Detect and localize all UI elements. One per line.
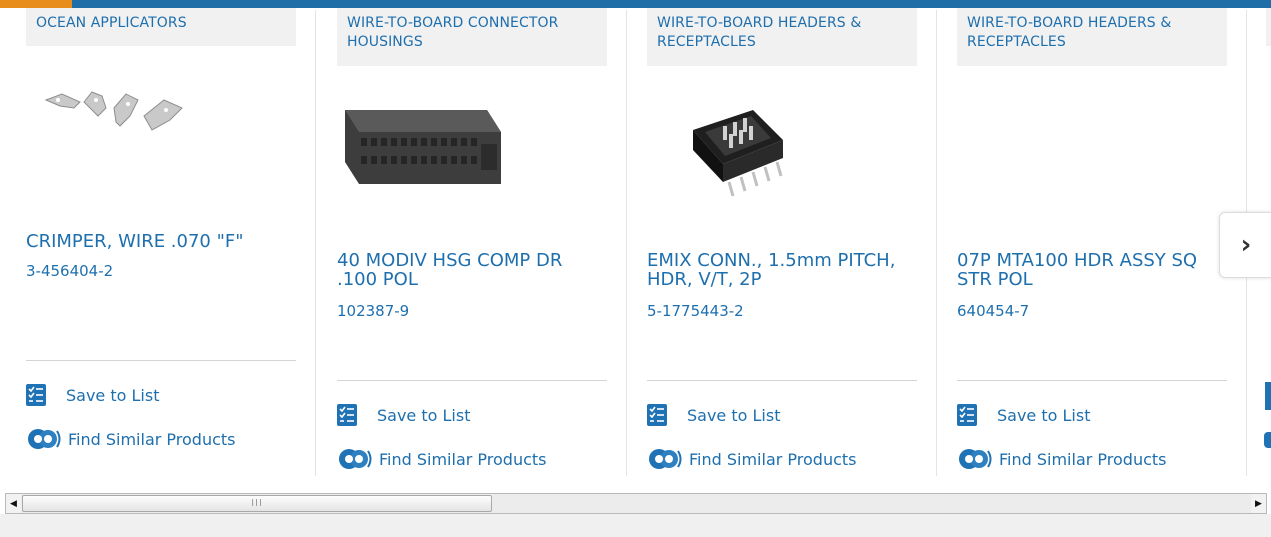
- card-separator: [957, 380, 1227, 381]
- card-divider: [626, 10, 627, 476]
- category-label[interactable]: OCEAN APPLICATORS: [26, 8, 296, 46]
- card-divider: [315, 10, 316, 476]
- category-label[interactable]: WIRE-TO-BOARD HEADERS & RECEPTACLES: [957, 8, 1227, 66]
- product-image[interactable]: [337, 100, 505, 196]
- bottom-strip: [0, 514, 1271, 537]
- product-title[interactable]: EMIX CONN., 1.5mm PITCH, HDR, V/T, 2P: [647, 251, 909, 289]
- card-separator: [26, 360, 296, 361]
- save-to-list-label: Save to List: [377, 405, 471, 425]
- category-label[interactable]: WIRE-TO-BOARD HEADERS & RECEPTACLES: [647, 8, 917, 66]
- card-separator: [337, 380, 607, 381]
- save-to-list-label: Save to List: [997, 405, 1091, 425]
- find-similar-label: Find Similar Products: [999, 449, 1167, 469]
- find-similar-button[interactable]: Find Similar Products: [957, 447, 1167, 471]
- find-similar-label: Find Similar Products: [68, 429, 236, 449]
- product-card: WIRE-TO-BOARD CONNECTOR HOUSINGS 40 MODI…: [337, 8, 607, 484]
- product-title[interactable]: CRIMPER, WIRE .070 "F": [26, 232, 288, 251]
- save-to-list-button[interactable]: Save to List: [647, 403, 780, 427]
- arrow-left-icon: ◀: [10, 498, 17, 509]
- find-similar-icon: [959, 449, 992, 469]
- card-separator: [647, 380, 917, 381]
- card-divider: [936, 10, 937, 476]
- product-card: WIRE-TO-BOARD HEADERS & RECEPTACLES EMIX…: [647, 8, 917, 484]
- product-card: WIRE-TO-BOARD HEADERS & RECEPTACLES 07P …: [957, 8, 1227, 484]
- part-number[interactable]: 102387-9: [337, 302, 409, 320]
- save-to-list-label: Save to List: [66, 385, 160, 405]
- save-to-list-button[interactable]: Save to List: [957, 403, 1090, 427]
- scrollbar-thumb[interactable]: III: [22, 495, 492, 512]
- part-number[interactable]: 640454-7: [957, 302, 1029, 320]
- save-to-list-button[interactable]: Save to List: [26, 383, 159, 407]
- find-similar-button[interactable]: Find Similar Products: [26, 427, 236, 451]
- arrow-right-icon: ▶: [1255, 498, 1262, 509]
- part-number[interactable]: 3-456404-2: [26, 262, 113, 280]
- product-image[interactable]: [683, 100, 793, 202]
- product-card: OCEAN APPLICATORS CRIMPER, WIRE .070 "F"…: [26, 8, 296, 484]
- save-to-list-button[interactable]: Save to List: [337, 403, 470, 427]
- checklist-icon: [647, 404, 667, 426]
- scrollbar-grip: III: [251, 498, 263, 509]
- save-to-list-label: Save to List: [687, 405, 781, 425]
- next-card-peek-save: [1265, 382, 1271, 410]
- chevron-right-icon: ›: [1240, 230, 1252, 260]
- product-title[interactable]: 40 MODIV HSG COMP DR .100 POL: [337, 251, 599, 289]
- find-similar-icon: [28, 429, 61, 449]
- checklist-icon: [337, 404, 357, 426]
- top-accent-orange: [0, 0, 72, 8]
- carousel-next-button[interactable]: ›: [1219, 212, 1271, 278]
- checklist-icon: [957, 404, 977, 426]
- horizontal-scrollbar[interactable]: ◀ III ▶: [5, 493, 1267, 514]
- scroll-right-button[interactable]: ▶: [1251, 494, 1266, 513]
- scroll-left-button[interactable]: ◀: [6, 494, 21, 513]
- find-similar-button[interactable]: Find Similar Products: [337, 447, 547, 471]
- next-card-peek-similar: [1264, 432, 1271, 448]
- next-card-peek-category: [1266, 8, 1271, 46]
- product-image[interactable]: [40, 86, 200, 148]
- checklist-icon: [26, 384, 46, 406]
- find-similar-button[interactable]: Find Similar Products: [647, 447, 857, 471]
- product-title[interactable]: 07P MTA100 HDR ASSY SQ STR POL: [957, 251, 1219, 289]
- find-similar-label: Find Similar Products: [689, 449, 857, 469]
- category-label[interactable]: WIRE-TO-BOARD CONNECTOR HOUSINGS: [337, 8, 607, 66]
- find-similar-label: Find Similar Products: [379, 449, 547, 469]
- find-similar-icon: [649, 449, 682, 469]
- top-accent-bar: [0, 0, 1271, 8]
- find-similar-icon: [339, 449, 372, 469]
- part-number[interactable]: 5-1775443-2: [647, 302, 744, 320]
